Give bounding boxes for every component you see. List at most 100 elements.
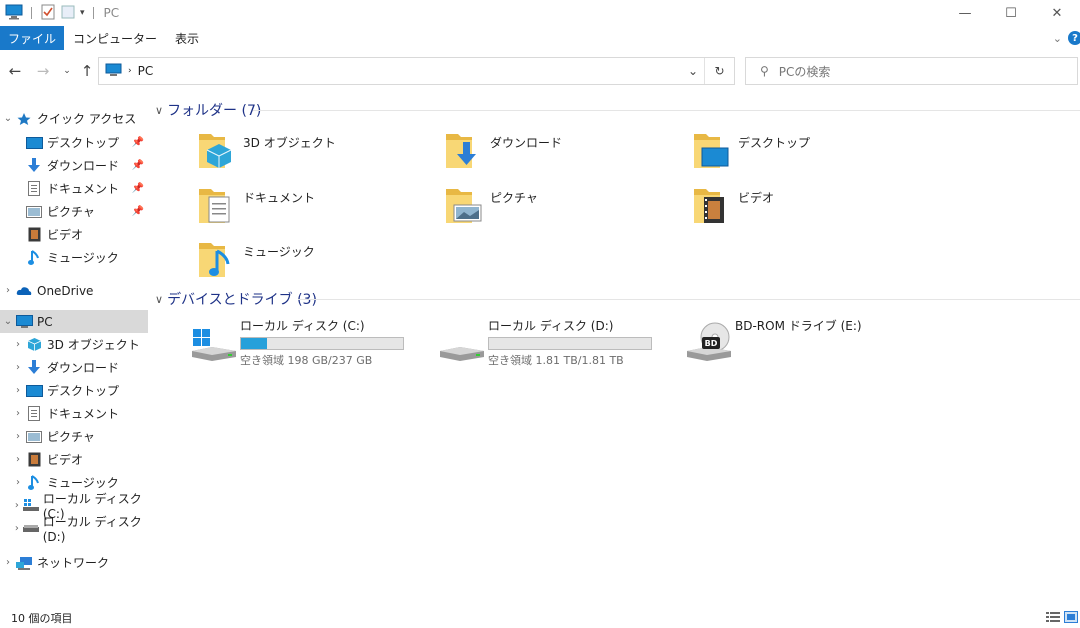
collapsed-chevron-icon[interactable]: › xyxy=(11,339,25,350)
music-icon xyxy=(25,474,43,491)
tab-view[interactable]: 表示 xyxy=(166,26,208,50)
tab-file[interactable]: ファイル xyxy=(0,26,65,50)
customize-dropdown-icon[interactable]: ▾ xyxy=(80,8,85,18)
sidebar-item-downloads[interactable]: ダウンロード 📌 xyxy=(0,154,148,177)
collapsed-chevron-icon[interactable]: › xyxy=(1,285,15,296)
downloads-folder-icon xyxy=(446,134,476,168)
sidebar-item-quick-access[interactable]: ⌄ クイック アクセス xyxy=(0,107,148,130)
item-count: 10 個の項目 xyxy=(11,612,73,625)
pc-icon[interactable] xyxy=(5,4,23,23)
sidebar-item-downloads[interactable]: › ダウンロード xyxy=(0,356,148,379)
new-folder-icon[interactable] xyxy=(60,4,76,23)
collapsed-chevron-icon[interactable]: › xyxy=(11,431,25,442)
drive-tile-e[interactable]: BD BD-ROM ドライブ (E:) xyxy=(685,319,930,369)
collapsed-chevron-icon[interactable]: › xyxy=(11,477,25,488)
back-button[interactable]: ← xyxy=(6,55,24,87)
forward-button[interactable]: → xyxy=(34,55,52,87)
collapsed-chevron-icon[interactable]: › xyxy=(11,454,25,465)
desktop-icon xyxy=(25,383,43,399)
sidebar-item-label: ダウンロード xyxy=(47,361,120,375)
pin-icon: 📌 xyxy=(131,137,144,148)
folder-tile-music[interactable]: ミュージック xyxy=(195,237,435,291)
collapsed-chevron-icon[interactable]: › xyxy=(11,500,23,511)
picture-icon xyxy=(25,429,43,445)
sidebar-item-local-disk-d[interactable]: › ローカル ディスク (D:) xyxy=(0,515,148,544)
collapsed-chevron-icon[interactable]: › xyxy=(11,523,23,534)
3d-objects-folder-icon xyxy=(199,134,232,168)
breadcrumb-separator-icon[interactable]: › xyxy=(128,66,132,76)
minimize-button[interactable]: — xyxy=(942,0,988,26)
drive-tile-d[interactable]: ローカル ディスク (D:) 空き領域 1.81 TB/1.81 TB xyxy=(438,319,683,369)
search-box[interactable]: ⚲ PCの検索 xyxy=(745,57,1078,85)
drive-label: ローカル ディスク (C:) xyxy=(240,319,365,333)
folder-label: ビデオ xyxy=(738,191,775,205)
sidebar-item-3d-objects[interactable]: › 3D オブジェクト xyxy=(0,333,148,356)
folder-tile-downloads[interactable]: ダウンロード xyxy=(442,128,682,182)
drive-icon xyxy=(22,521,39,537)
folder-tile-documents[interactable]: ドキュメント xyxy=(195,183,435,237)
properties-icon[interactable] xyxy=(40,4,56,23)
sidebar-item-label: ピクチャ xyxy=(47,205,95,219)
sidebar-item-videos[interactable]: ビデオ xyxy=(0,223,148,246)
collapsed-chevron-icon[interactable]: › xyxy=(1,557,15,568)
large-icons-view-icon[interactable] xyxy=(1064,610,1078,626)
sidebar-item-documents[interactable]: › ドキュメント xyxy=(0,402,148,425)
sidebar-item-label: クイック アクセス xyxy=(37,112,137,126)
sidebar-item-pictures[interactable]: ピクチャ 📌 xyxy=(0,200,148,223)
sidebar-item-label: ミュージック xyxy=(47,476,119,490)
up-button[interactable]: ↑ xyxy=(78,55,96,87)
pin-icon: 📌 xyxy=(131,206,144,217)
tab-computer[interactable]: コンピューター xyxy=(64,26,166,50)
sidebar-item-pc[interactable]: ⌄ PC xyxy=(0,310,148,333)
maximize-button[interactable]: ☐ xyxy=(988,0,1034,26)
folder-label: ダウンロード xyxy=(490,136,563,150)
group-collapse-icon[interactable]: ∨ xyxy=(155,104,163,117)
folder-tile-desktop[interactable]: デスクトップ xyxy=(690,128,930,182)
expanded-chevron-icon[interactable]: ⌄ xyxy=(1,113,15,124)
details-view-icon[interactable] xyxy=(1046,611,1060,626)
expanded-chevron-icon[interactable]: ⌄ xyxy=(1,316,15,327)
sidebar-item-label: ダウンロード xyxy=(47,159,120,173)
sidebar-item-network[interactable]: › ネットワーク xyxy=(0,551,148,574)
folder-tile-pictures[interactable]: ピクチャ xyxy=(442,183,682,237)
picture-icon xyxy=(25,204,43,220)
breadcrumb-pc[interactable]: PC xyxy=(138,64,154,78)
folders-group-header[interactable]: ∨ フォルダー (7) xyxy=(155,99,261,121)
pc-icon xyxy=(15,314,33,330)
collapsed-chevron-icon[interactable]: › xyxy=(11,408,25,419)
separator xyxy=(31,7,32,19)
collapsed-chevron-icon[interactable]: › xyxy=(11,385,25,396)
devices-group-header[interactable]: ∨ デバイスとドライブ (3) xyxy=(155,288,317,310)
video-icon xyxy=(25,452,43,468)
close-button[interactable]: ✕ xyxy=(1034,0,1080,26)
sidebar-item-videos[interactable]: › ビデオ xyxy=(0,448,148,471)
folder-tile-videos[interactable]: ビデオ xyxy=(690,183,930,237)
expand-ribbon-icon[interactable]: ⌄ xyxy=(1053,32,1062,45)
drive-label: ローカル ディスク (D:) xyxy=(488,319,614,333)
separator xyxy=(92,7,94,19)
sidebar-item-label: デスクトップ xyxy=(47,136,120,150)
folder-tile-3d-objects[interactable]: 3D オブジェクト xyxy=(195,128,435,182)
sidebar-item-desktop[interactable]: › デスクトップ xyxy=(0,379,148,402)
drive-usage-bar xyxy=(488,337,652,350)
sidebar-item-documents[interactable]: ドキュメント 📌 xyxy=(0,177,148,200)
svg-text:BD: BD xyxy=(705,339,718,348)
address-history-dropdown[interactable]: ⌄ xyxy=(688,58,698,84)
sidebar-item-label: ビデオ xyxy=(47,453,84,467)
drive-tile-c[interactable]: ローカル ディスク (C:) 空き領域 198 GB/237 GB xyxy=(190,319,435,369)
folder-label: デスクトップ xyxy=(738,136,811,150)
sidebar-item-onedrive[interactable]: › OneDrive xyxy=(0,279,148,302)
recent-locations-button[interactable]: ⌄ xyxy=(60,55,74,87)
address-bar[interactable]: › PC ⌄ ↻ xyxy=(98,57,735,85)
drive-usage-fill xyxy=(241,338,267,349)
sidebar-item-label: ビデオ xyxy=(47,228,84,242)
sidebar-item-desktop[interactable]: デスクトップ 📌 xyxy=(0,131,148,154)
help-icon[interactable]: ? xyxy=(1068,31,1080,45)
collapsed-chevron-icon[interactable]: › xyxy=(11,362,25,373)
document-icon xyxy=(25,406,43,422)
group-collapse-icon[interactable]: ∨ xyxy=(155,293,163,306)
refresh-button[interactable]: ↻ xyxy=(704,58,734,84)
sidebar-item-pictures[interactable]: › ピクチャ xyxy=(0,425,148,448)
sidebar-item-music[interactable]: ミュージック xyxy=(0,246,148,269)
desktop-folder-icon xyxy=(694,134,729,168)
